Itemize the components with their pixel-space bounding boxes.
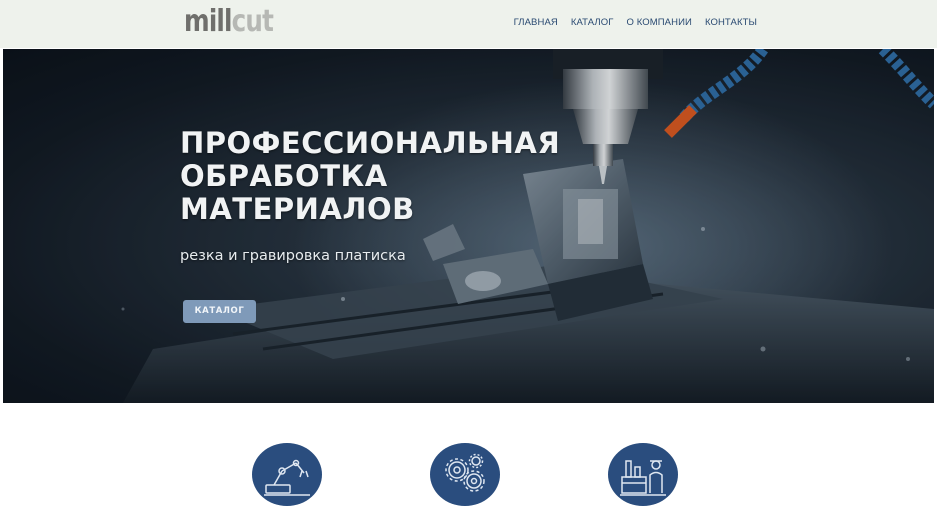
factory-worker-icon — [608, 443, 678, 506]
nav-home-link[interactable]: ГЛАВНАЯ — [514, 17, 558, 28]
robot-arm-icon — [252, 443, 322, 506]
nav-catalog-link[interactable]: КАТАЛОГ — [571, 17, 614, 28]
hero-banner: ПРОФЕССИОНАЛЬНАЯ ОБРАБОТКА МАТЕРИАЛОВ ре… — [3, 49, 934, 403]
logo-mill-text: mill — [184, 4, 232, 39]
gears-icon — [430, 443, 500, 506]
millcut-logo[interactable]: millcut — [184, 4, 274, 39]
hero-title-line: ОБРАБОТКА — [180, 159, 388, 193]
nav-contacts-link[interactable]: КОНТАКТЫ — [705, 17, 757, 28]
hero-title: ПРОФЕССИОНАЛЬНАЯ ОБРАБОТКА МАТЕРИАЛОВ — [180, 127, 600, 226]
nav-about-link[interactable]: О КОМПАНИИ — [626, 17, 691, 28]
cnc-machine-photo — [3, 49, 934, 403]
features-section — [0, 403, 937, 522]
hero-title-line: ПРОФЕССИОНАЛЬНАЯ — [180, 126, 561, 160]
hero-subtitle: резка и гравировка платиска — [180, 248, 406, 264]
logo-cut-text: cut — [231, 4, 274, 39]
catalog-button[interactable]: КАТАЛОГ — [183, 300, 256, 323]
main-nav: ГЛАВНАЯ КАТАЛОГ О КОМПАНИИ КОНТАКТЫ — [511, 17, 757, 28]
site-header: millcut ГЛАВНАЯ КАТАЛОГ О КОМПАНИИ КОНТА… — [0, 0, 937, 48]
hero-title-line: МАТЕРИАЛОВ — [180, 192, 415, 226]
